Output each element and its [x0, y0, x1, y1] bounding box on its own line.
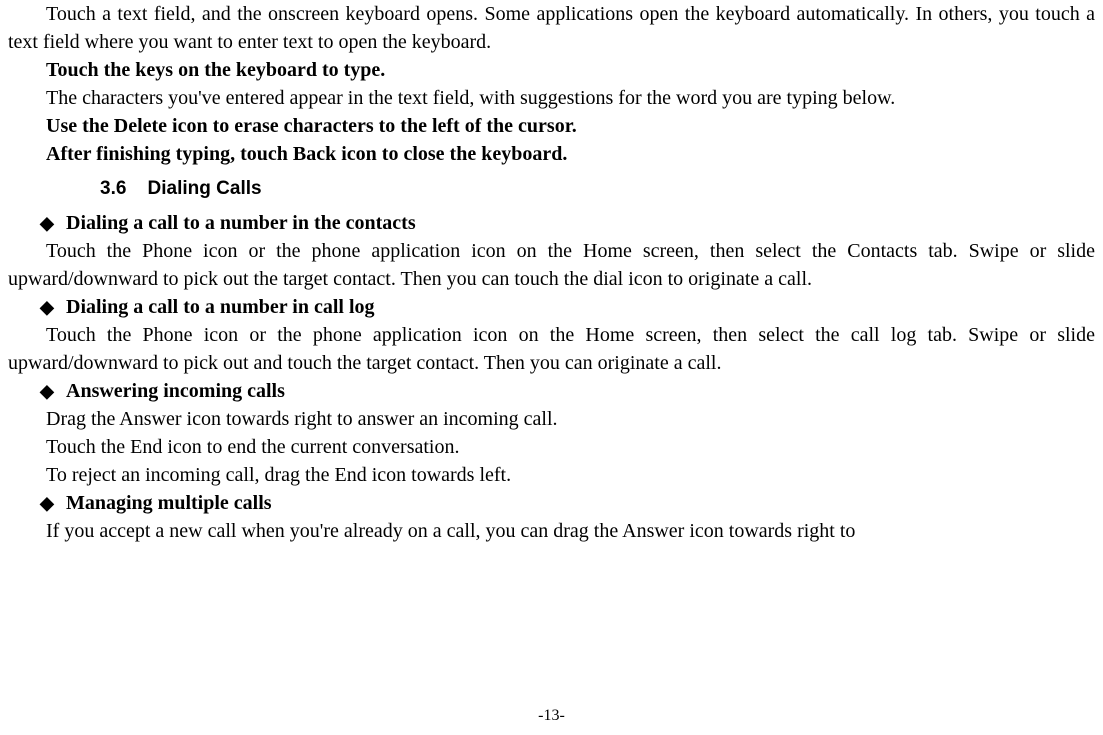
page-number: -13- — [0, 705, 1103, 727]
paragraph-back: After finishing typing, touch Back icon … — [8, 140, 1095, 168]
paragraph-delete: Use the Delete icon to erase characters … — [8, 112, 1095, 140]
paragraph-touch-keys: Touch the keys on the keyboard to type. — [8, 56, 1095, 84]
bullet-multiple: ◆Managing multiple calls — [8, 489, 1095, 517]
bullet-title: Dialing a call to a number in the contac… — [66, 212, 416, 234]
diamond-icon: ◆ — [40, 295, 66, 320]
bullet-calllog-body: Touch the Phone icon or the phone applic… — [8, 321, 1095, 377]
bullet-title: Answering incoming calls — [66, 380, 285, 402]
bullet-answering-line1: Drag the Answer icon towards right to an… — [8, 405, 1095, 433]
section-number: 3.6 — [100, 178, 126, 199]
section-title: Dialing Calls — [148, 178, 262, 199]
paragraph-characters: The characters you've entered appear in … — [8, 84, 1095, 112]
bullet-answering-line3: To reject an incoming call, drag the End… — [8, 461, 1095, 489]
bullet-answering-line2: Touch the End icon to end the current co… — [8, 433, 1095, 461]
bullet-answering: ◆Answering incoming calls — [8, 377, 1095, 405]
diamond-icon: ◆ — [40, 491, 66, 516]
paragraph-intro: Touch a text field, and the onscreen key… — [8, 0, 1095, 56]
diamond-icon: ◆ — [40, 379, 66, 404]
section-heading: 3.6 Dialing Calls — [100, 176, 1095, 203]
document-content: Touch a text field, and the onscreen key… — [0, 0, 1103, 545]
bullet-contacts: ◆Dialing a call to a number in the conta… — [8, 209, 1095, 237]
bullet-title: Dialing a call to a number in call log — [66, 296, 375, 318]
bullet-title: Managing multiple calls — [66, 492, 272, 514]
bullet-contacts-body: Touch the Phone icon or the phone applic… — [8, 237, 1095, 293]
bullet-calllog: ◆Dialing a call to a number in call log — [8, 293, 1095, 321]
diamond-icon: ◆ — [40, 211, 66, 236]
bullet-multiple-body: If you accept a new call when you're alr… — [8, 517, 1095, 545]
